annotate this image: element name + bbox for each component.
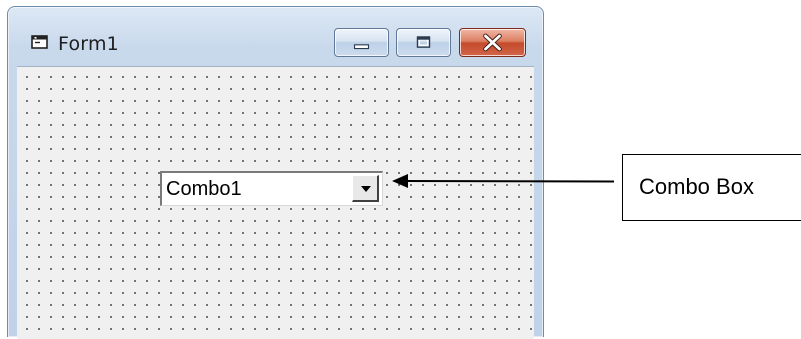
combo-box[interactable]: Combo1 xyxy=(160,171,383,206)
maximize-icon xyxy=(416,36,431,48)
combo-box-text: Combo1 xyxy=(166,178,242,200)
combo-dropdown-button[interactable] xyxy=(352,175,379,202)
maximize-button[interactable] xyxy=(396,28,451,57)
minimize-button[interactable] xyxy=(334,28,389,57)
callout-label: Combo Box xyxy=(639,174,754,199)
title-bar[interactable]: Form1 xyxy=(8,7,543,63)
arrow-left-icon xyxy=(392,174,615,188)
chevron-down-icon xyxy=(361,186,371,192)
form-window-icon xyxy=(31,35,48,49)
close-button[interactable] xyxy=(459,28,526,57)
minimize-icon xyxy=(353,44,370,50)
callout-box: Combo Box xyxy=(622,154,801,221)
window-title: Form1 xyxy=(58,33,119,55)
close-icon xyxy=(483,33,502,52)
form-design-surface[interactable]: Combo1 xyxy=(17,66,534,339)
